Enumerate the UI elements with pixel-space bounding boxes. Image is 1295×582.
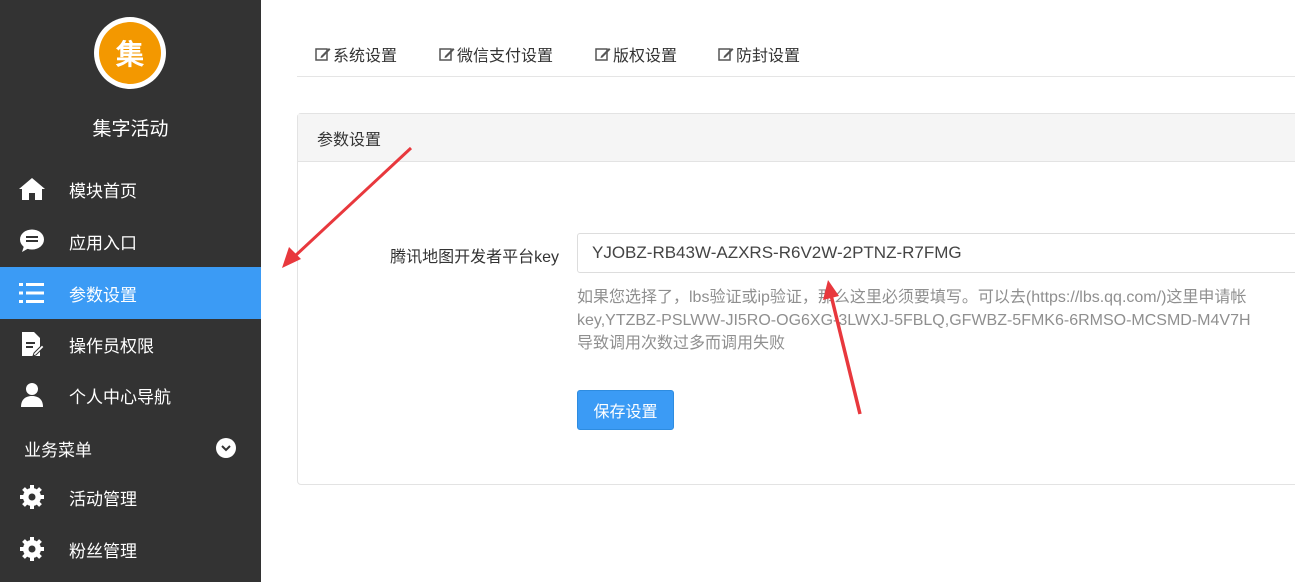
sidebar-item-label: 个人中心导航 <box>69 387 171 407</box>
save-settings-button[interactable]: 保存设置 <box>577 390 674 430</box>
tab-label: 微信支付设置 <box>457 48 554 65</box>
tab-label: 版权设置 <box>613 48 678 65</box>
sidebar-item-home[interactable]: 模块首页 <box>0 163 261 215</box>
sidebar-item-app-entry[interactable]: 应用入口 <box>0 215 261 267</box>
gear-icon <box>18 535 46 563</box>
sidebar-item-label: 活动管理 <box>69 489 137 509</box>
help-line: 导致调用次数过多而调用失败 <box>577 335 786 352</box>
edit-icon <box>718 47 734 61</box>
sidebar-item-params[interactable]: 参数设置 <box>0 267 261 319</box>
sidebar-item-label: 模块首页 <box>69 181 137 201</box>
user-icon <box>18 381 46 409</box>
gear-icon <box>18 483 46 511</box>
app-logo: 集 <box>94 17 166 89</box>
tab-label: 系统设置 <box>333 48 398 65</box>
chevron-down-icon[interactable] <box>216 438 236 458</box>
sidebar-item-label: 粉丝管理 <box>69 541 137 561</box>
sidebar-item-personal-center-nav[interactable]: 个人中心导航 <box>0 369 261 421</box>
tab-label: 防封设置 <box>736 48 801 65</box>
chat-icon <box>18 227 46 255</box>
logo-char: 集 <box>99 22 161 84</box>
business-menu-section[interactable]: 业务菜单 <box>0 432 261 464</box>
sidebar: 集 集字活动 模块首页 应用入口 参数设置 操作员权限 个人中心导航 业务菜单 <box>0 0 261 582</box>
help-text: 如果您选择了，lbs验证或ip验证，那么这里必须要填写。可以去(https://… <box>577 286 1295 355</box>
edit-icon <box>595 47 611 61</box>
tab-system-settings[interactable]: 系统设置 <box>315 42 397 66</box>
app-name: 集字活动 <box>92 119 169 140</box>
tencent-map-key-input[interactable] <box>577 233 1295 273</box>
tab-copyright-settings[interactable]: 版权设置 <box>595 42 677 66</box>
section-label: 业务菜单 <box>24 440 92 460</box>
list-icon <box>18 279 46 307</box>
sidebar-item-label: 操作员权限 <box>69 336 154 356</box>
tab-wechat-pay-settings[interactable]: 微信支付设置 <box>439 42 553 66</box>
sidebar-item-label: 参数设置 <box>69 285 137 305</box>
sidebar-item-operator-permissions[interactable]: 操作员权限 <box>0 318 261 370</box>
edit-icon <box>315 47 331 61</box>
sidebar-item-label: 应用入口 <box>69 233 137 253</box>
params-panel: 参数设置 腾讯地图开发者平台key 如果您选择了，lbs验证或ip验证，那么这里… <box>297 113 1295 485</box>
settings-tabs: 系统设置 微信支付设置 版权设置 防封设置 <box>297 30 1295 77</box>
help-line: 如果您选择了，lbs验证或ip验证，那么这里必须要填写。可以去(https://… <box>577 289 1247 306</box>
panel-title: 参数设置 <box>317 131 382 149</box>
home-icon <box>18 175 46 203</box>
help-line: key,YTZBZ-PSLWW-JI5RO-OG6XG-3LWXJ-5FBLQ,… <box>577 312 1251 329</box>
edit-icon <box>439 47 455 61</box>
edit-document-icon <box>18 330 46 358</box>
tencent-map-key-label: 腾讯地图开发者平台key <box>390 249 559 266</box>
tab-anti-block-settings[interactable]: 防封设置 <box>718 42 800 66</box>
panel-header: 参数设置 <box>298 114 1295 162</box>
sidebar-item-activity-management[interactable]: 活动管理 <box>0 471 261 523</box>
sidebar-item-fans-management[interactable]: 粉丝管理 <box>0 523 261 575</box>
